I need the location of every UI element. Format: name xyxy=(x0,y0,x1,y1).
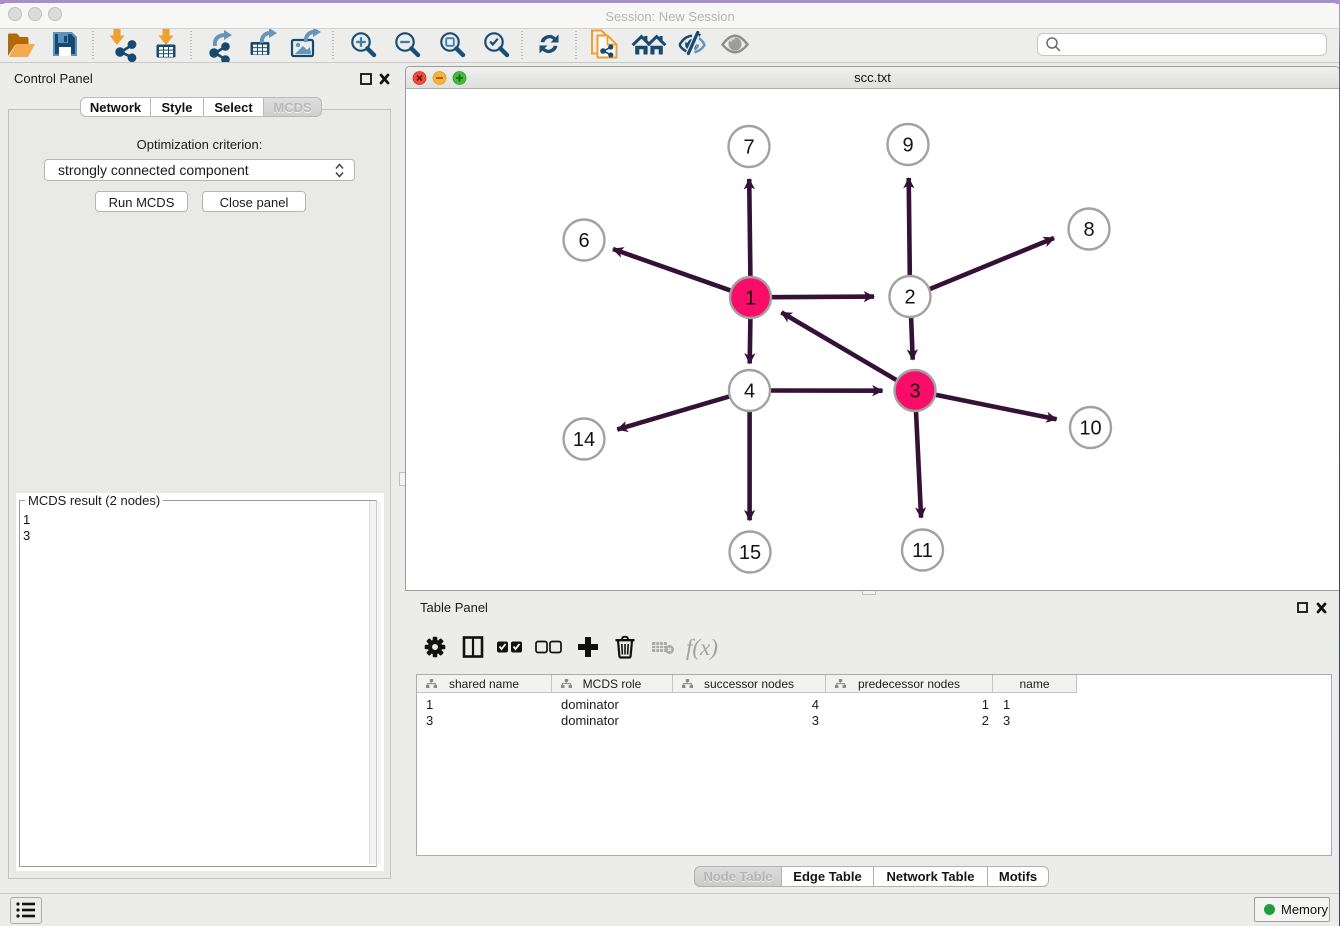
svg-text:15: 15 xyxy=(739,542,761,564)
svg-text:7: 7 xyxy=(743,137,754,159)
svg-text:f(x): f(x) xyxy=(686,635,718,660)
svg-text:11: 11 xyxy=(912,540,933,562)
svg-text:4: 4 xyxy=(744,381,755,403)
svg-text:1: 1 xyxy=(745,288,756,310)
svg-text:2: 2 xyxy=(904,287,915,309)
svg-text:14: 14 xyxy=(573,429,595,451)
svg-text:6: 6 xyxy=(578,230,589,252)
svg-text:10: 10 xyxy=(1079,418,1101,440)
svg-text:8: 8 xyxy=(1083,219,1094,241)
svg-text:9: 9 xyxy=(902,135,913,157)
svg-text:3: 3 xyxy=(909,381,920,403)
